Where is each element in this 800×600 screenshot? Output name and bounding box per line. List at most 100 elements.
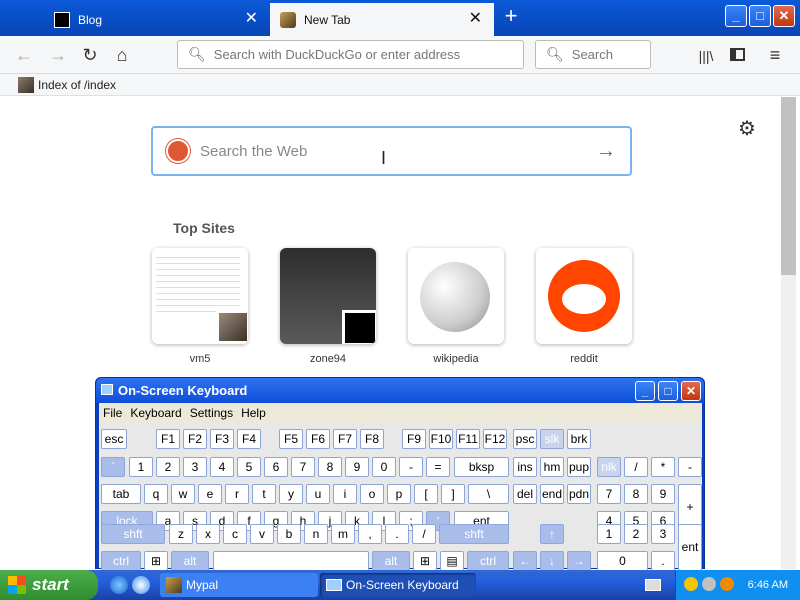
- key-slk[interactable]: slk: [540, 429, 564, 449]
- network-icon[interactable]: [702, 577, 716, 591]
- key-3[interactable]: 3: [183, 457, 207, 477]
- menu-keyboard[interactable]: Keyboard: [130, 406, 181, 420]
- key-psc[interactable]: psc: [513, 429, 537, 449]
- key-left-shift[interactable]: shft: [101, 524, 165, 544]
- key-minus[interactable]: -: [399, 457, 423, 477]
- key-end[interactable]: end: [540, 484, 564, 504]
- key-tab[interactable]: tab: [101, 484, 141, 504]
- key-backspace[interactable]: bksp: [454, 457, 509, 477]
- windows-logo-icon[interactable]: ⊞: [413, 551, 437, 571]
- internet-explorer-icon[interactable]: [110, 576, 128, 594]
- menu-settings[interactable]: Settings: [190, 406, 233, 420]
- gear-icon[interactable]: ⚙: [738, 116, 756, 141]
- key-period[interactable]: .: [385, 524, 409, 544]
- key-num-2[interactable]: 2: [624, 524, 648, 544]
- key-6[interactable]: 6: [264, 457, 288, 477]
- key-arrow-up[interactable]: ↑: [540, 524, 564, 544]
- key-left-alt[interactable]: alt: [171, 551, 209, 571]
- key-arrow-right[interactable]: →: [567, 551, 591, 571]
- key-num-9[interactable]: 9: [651, 484, 675, 504]
- key-num-enter[interactable]: ent: [678, 524, 702, 571]
- taskbar-item-osk[interactable]: On-Screen Keyboard: [320, 573, 476, 597]
- key-left-bracket[interactable]: [: [414, 484, 438, 504]
- key-f9[interactable]: F9: [402, 429, 426, 449]
- key-q[interactable]: q: [144, 484, 168, 504]
- key-pagedown[interactable]: pdn: [567, 484, 591, 504]
- key-f7[interactable]: F7: [333, 429, 357, 449]
- osk-minimize-button[interactable]: _: [635, 381, 655, 401]
- key-z[interactable]: z: [169, 524, 193, 544]
- key-num-divide[interactable]: /: [624, 457, 648, 477]
- browser-quicklaunch-icon[interactable]: [132, 576, 150, 594]
- key-t[interactable]: t: [252, 484, 276, 504]
- key-arrow-left[interactable]: ←: [513, 551, 537, 571]
- key-f3[interactable]: F3: [210, 429, 234, 449]
- address-bar[interactable]: 🔍︎ Search with DuckDuckGo or enter addre…: [177, 40, 524, 69]
- clock[interactable]: 6:46 AM: [748, 579, 788, 591]
- key-f4[interactable]: F4: [237, 429, 261, 449]
- key-esc[interactable]: esc: [101, 429, 127, 449]
- key-num-7[interactable]: 7: [597, 484, 621, 504]
- osk-maximize-button[interactable]: □: [658, 381, 678, 401]
- key-i[interactable]: i: [333, 484, 357, 504]
- key-0[interactable]: 0: [372, 457, 396, 477]
- close-tab-icon[interactable]: ✕: [245, 11, 258, 27]
- key-8[interactable]: 8: [318, 457, 342, 477]
- key-right-alt[interactable]: alt: [372, 551, 410, 571]
- maximize-button[interactable]: □: [749, 5, 771, 27]
- windows-logo-icon[interactable]: ⊞: [144, 551, 168, 571]
- key-num-multiply[interactable]: *: [651, 457, 675, 477]
- key-v[interactable]: v: [250, 524, 274, 544]
- key-o[interactable]: o: [360, 484, 384, 504]
- key-f1[interactable]: F1: [156, 429, 180, 449]
- key-backtick[interactable]: `: [101, 457, 125, 477]
- key-f5[interactable]: F5: [279, 429, 303, 449]
- close-window-button[interactable]: ✕: [773, 5, 795, 27]
- key-f11[interactable]: F11: [456, 429, 480, 449]
- top-site-reddit[interactable]: [536, 248, 632, 344]
- key-4[interactable]: 4: [210, 457, 234, 477]
- key-7[interactable]: 7: [291, 457, 315, 477]
- key-2[interactable]: 2: [156, 457, 180, 477]
- search-box[interactable]: 🔍︎ Search: [535, 40, 651, 69]
- key-home[interactable]: hm: [540, 457, 564, 477]
- key-1[interactable]: 1: [129, 457, 153, 477]
- bookmark-item[interactable]: Index of /index: [18, 76, 116, 93]
- key-5[interactable]: 5: [237, 457, 261, 477]
- key-equals[interactable]: =: [426, 457, 450, 477]
- key-right-bracket[interactable]: ]: [441, 484, 465, 504]
- menu-help[interactable]: Help: [241, 406, 266, 420]
- key-backslash[interactable]: \: [468, 484, 509, 504]
- key-u[interactable]: u: [306, 484, 330, 504]
- top-site-wikipedia[interactable]: [408, 248, 504, 344]
- key-right-ctrl[interactable]: ctrl: [467, 551, 509, 571]
- key-f12[interactable]: F12: [483, 429, 507, 449]
- key-r[interactable]: r: [225, 484, 249, 504]
- taskbar-item-mypal[interactable]: Mypal: [160, 573, 318, 597]
- security-shield-icon[interactable]: [684, 577, 698, 591]
- forward-button[interactable]: →: [47, 44, 69, 66]
- web-search-box[interactable]: Search the Web →: [151, 126, 632, 176]
- key-num-decimal[interactable]: .: [651, 551, 675, 571]
- key-x[interactable]: x: [196, 524, 220, 544]
- menu-file[interactable]: File: [103, 406, 122, 420]
- scrollbar-thumb[interactable]: [781, 97, 796, 275]
- key-num-minus[interactable]: -: [678, 457, 702, 477]
- key-f10[interactable]: F10: [429, 429, 453, 449]
- home-button[interactable]: ⌂: [111, 44, 133, 66]
- key-w[interactable]: w: [171, 484, 195, 504]
- start-button[interactable]: start: [0, 570, 98, 600]
- context-menu-icon[interactable]: ▤: [440, 551, 464, 571]
- close-tab-icon[interactable]: ✕: [469, 11, 482, 27]
- sidebar-button[interactable]: [726, 44, 748, 66]
- key-m[interactable]: m: [331, 524, 355, 544]
- key-num-1[interactable]: 1: [597, 524, 621, 544]
- osk-titlebar[interactable]: On-Screen Keyboard _ □ ✕: [96, 378, 704, 403]
- key-pageup[interactable]: pup: [567, 457, 591, 477]
- top-site-vm5[interactable]: [152, 248, 248, 344]
- tab-new-tab[interactable]: New Tab ✕: [270, 3, 494, 36]
- key-y[interactable]: y: [279, 484, 303, 504]
- top-site-zone94[interactable]: [280, 248, 376, 344]
- key-f2[interactable]: F2: [183, 429, 207, 449]
- osk-close-button[interactable]: ✕: [681, 381, 701, 401]
